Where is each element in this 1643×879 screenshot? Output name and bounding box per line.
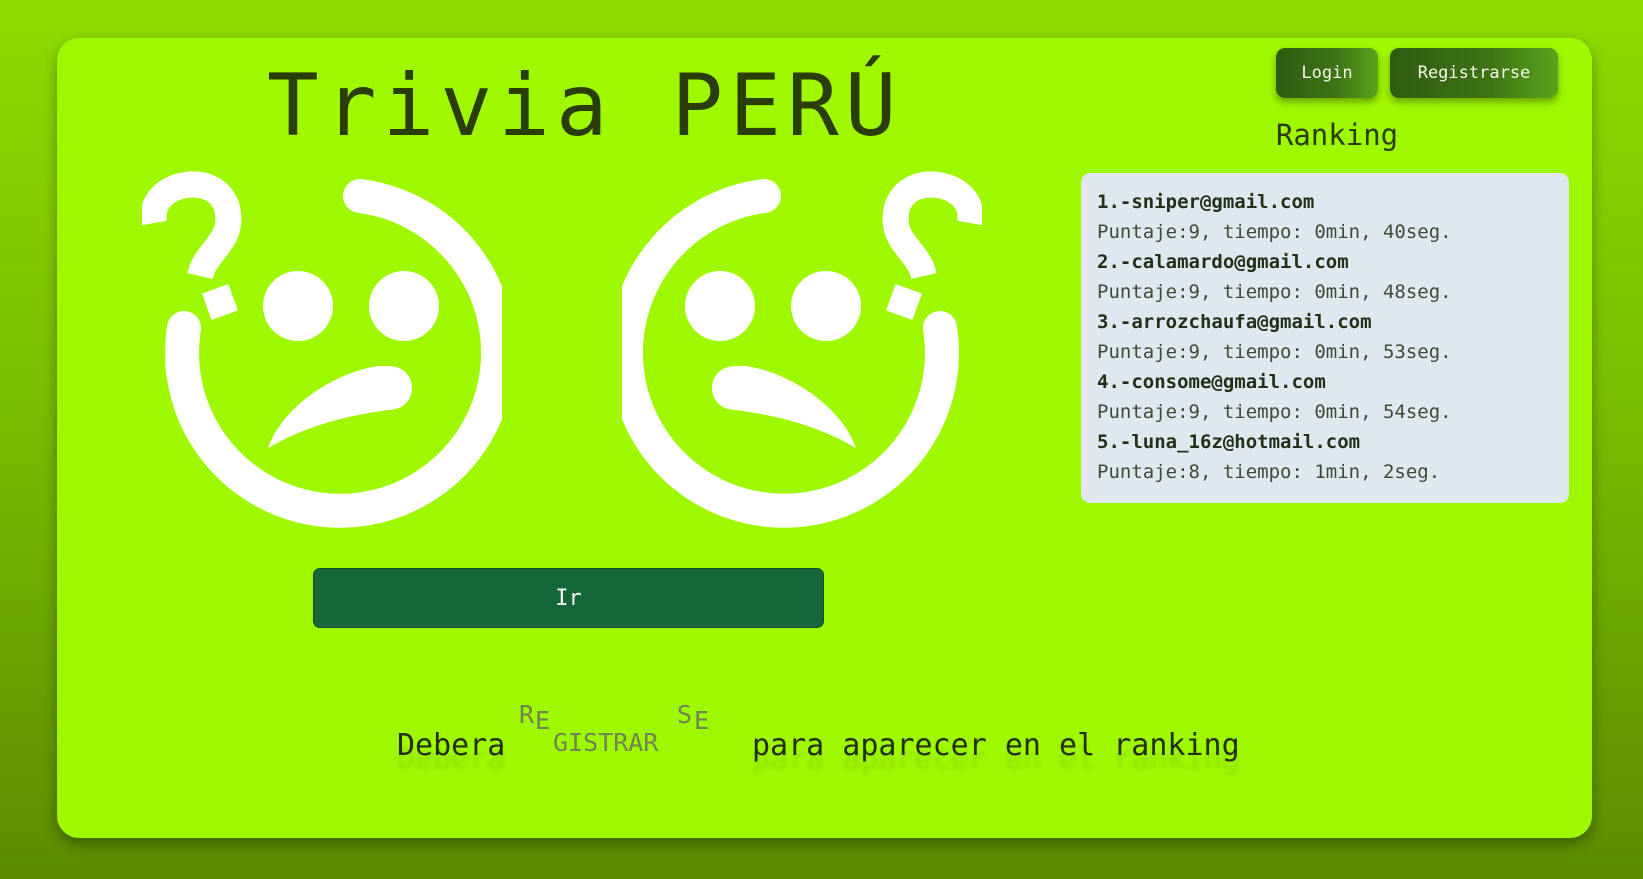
register-link-part: R bbox=[519, 700, 535, 729]
ranking-email: 1.-sniper@gmail.com bbox=[1097, 191, 1315, 213]
list-item: 4.-consome@gmail.com Puntaje:9, tiempo: … bbox=[1097, 367, 1553, 427]
ranking-detail: Puntaje:9, tiempo: 0min, 53seg. bbox=[1097, 341, 1452, 363]
register-link[interactable]: R E GISTRAR S E bbox=[519, 700, 729, 760]
main-card: Trivia PERÚ Login Registrarse Ranking 1.… bbox=[57, 38, 1592, 838]
ranking-list: 1.-sniper@gmail.com Puntaje:9, tiempo: 0… bbox=[1081, 173, 1569, 503]
register-button[interactable]: Registrarse bbox=[1390, 48, 1558, 98]
page-title: Trivia PERÚ bbox=[267, 56, 903, 156]
confused-face-icon bbox=[142, 171, 502, 528]
register-link-part: E bbox=[694, 706, 710, 735]
list-item: 1.-sniper@gmail.com Puntaje:9, tiempo: 0… bbox=[1097, 187, 1553, 247]
ranking-detail: Puntaje:9, tiempo: 0min, 48seg. bbox=[1097, 281, 1452, 303]
ranking-email: 5.-luna_16z@hotmail.com bbox=[1097, 431, 1361, 453]
list-item: 5.-luna_16z@hotmail.com Puntaje:8, tiemp… bbox=[1097, 427, 1553, 487]
ranking-detail: Puntaje:9, tiempo: 0min, 40seg. bbox=[1097, 221, 1452, 243]
prompt-text-before: Debera bbox=[397, 728, 506, 763]
ranking-email: 3.-arrozchaufa@gmail.com bbox=[1097, 311, 1372, 333]
register-link-part: GISTRAR bbox=[553, 728, 659, 757]
list-item: 2.-calamardo@gmail.com Puntaje:9, tiempo… bbox=[1097, 247, 1553, 307]
ranking-email: 4.-consome@gmail.com bbox=[1097, 371, 1326, 393]
ranking-detail: Puntaje:8, tiempo: 1min, 2seg. bbox=[1097, 461, 1441, 483]
register-link-part: S bbox=[677, 700, 693, 729]
go-button[interactable]: Ir bbox=[313, 568, 824, 628]
ranking-email: 2.-calamardo@gmail.com bbox=[1097, 251, 1349, 273]
list-item: 3.-arrozchaufa@gmail.com Puntaje:9, tiem… bbox=[1097, 307, 1553, 367]
register-link-part: E bbox=[535, 706, 551, 735]
ranking-detail: Puntaje:9, tiempo: 0min, 54seg. bbox=[1097, 401, 1452, 423]
login-button[interactable]: Login bbox=[1276, 48, 1378, 98]
confused-face-icon bbox=[622, 171, 982, 528]
prompt-text-after: para aparecer en el ranking bbox=[752, 728, 1240, 763]
ranking-heading: Ranking bbox=[1275, 118, 1399, 152]
